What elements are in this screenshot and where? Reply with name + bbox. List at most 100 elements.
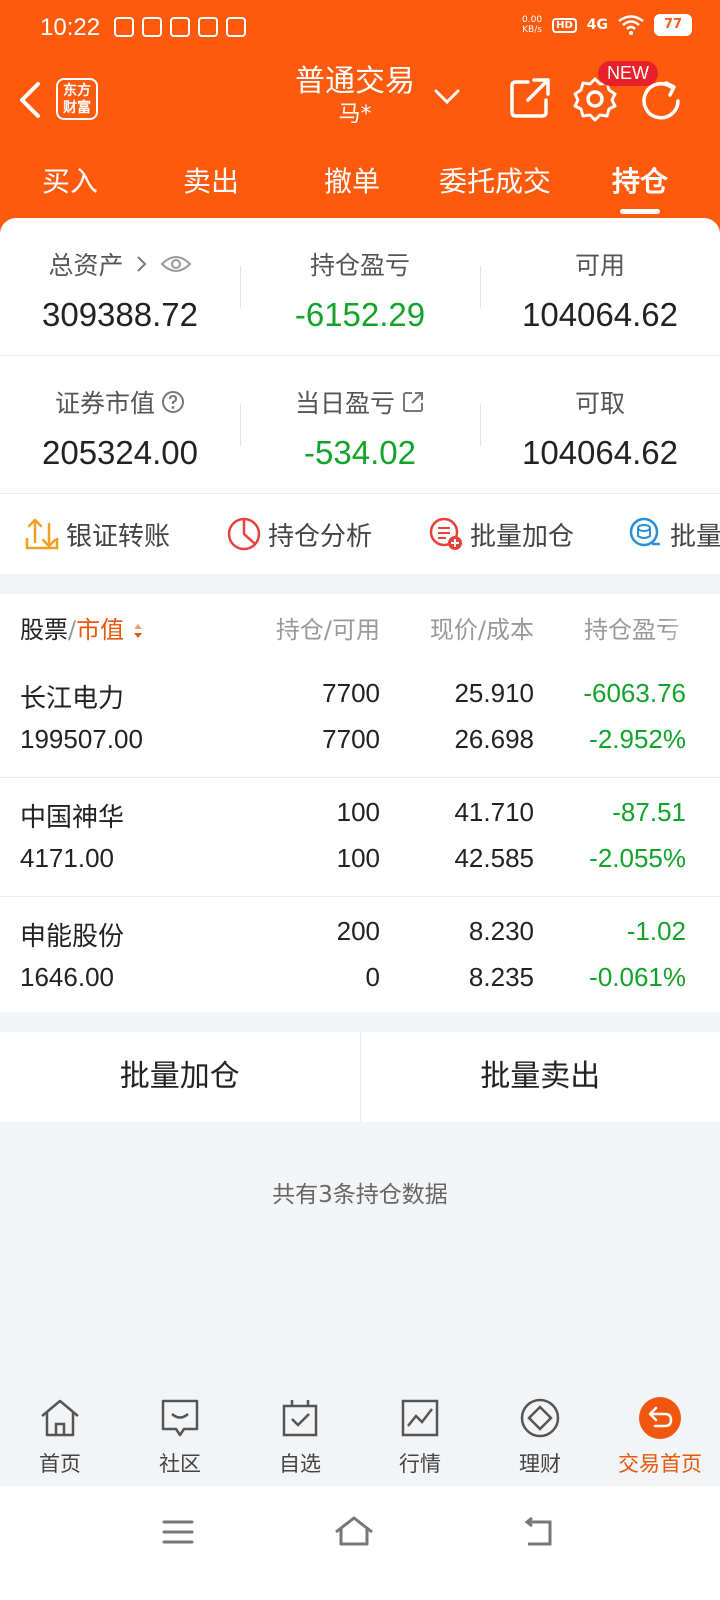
- quick-link-label: 批量: [670, 521, 720, 552]
- stock-qty: 100: [336, 797, 380, 827]
- nav-label: 首页: [39, 1452, 81, 1476]
- position-pl-label: 持仓盈亏: [309, 251, 410, 280]
- pie-chart-icon: [227, 517, 261, 551]
- quick-link-position-analysis[interactable]: 持仓分析: [226, 516, 372, 553]
- column-market-value-sort[interactable]: 市值: [76, 616, 124, 644]
- available-label: 可用: [574, 251, 625, 280]
- nav-label: 交易首页: [618, 1452, 702, 1476]
- table-row[interactable]: 申能股份 1646.00 200 0 8.230 8.235 -1.02 -0.…: [0, 898, 720, 1016]
- external-link-icon[interactable]: [401, 390, 425, 414]
- back-icon[interactable]: [516, 1510, 560, 1554]
- eye-icon[interactable]: [160, 252, 192, 276]
- chat-icon: [161, 1399, 199, 1437]
- quick-link-label: 银证转账: [66, 521, 171, 552]
- notification-app-icon: [114, 17, 134, 37]
- nav-item-trade-home[interactable]: 交易首页: [600, 1386, 720, 1486]
- nav-item-community[interactable]: 社区: [120, 1386, 240, 1486]
- app-header: 10:22 0.00 KB/s HD 4G 77 东方 财富 普通交易 马* N…: [0, 0, 720, 235]
- withdrawable-value: 104064.62: [522, 434, 678, 471]
- column-qty-available: 持仓/可用: [275, 616, 380, 644]
- stock-market-value: 199507.00: [20, 724, 143, 754]
- stock-market-value: 1646.00: [20, 962, 114, 992]
- chevron-right-icon: [136, 256, 146, 272]
- total-assets-label: 总资产: [48, 251, 124, 280]
- network-speed: 0.00 KB/s: [522, 15, 542, 35]
- refresh-icon[interactable]: [638, 78, 686, 124]
- withdrawable-cell: 可取 104064.62: [480, 356, 720, 493]
- stock-market-value: 4171.00: [20, 843, 114, 873]
- wealth-icon: [520, 1398, 560, 1438]
- nav-item-market[interactable]: 行情: [360, 1386, 480, 1486]
- network-speed-unit: KB/s: [522, 25, 542, 35]
- notification-app-icon: [170, 17, 190, 37]
- daily-pl-cell[interactable]: 当日盈亏 -534.02: [240, 356, 480, 493]
- bottom-nav: 首页 社区 自选 行情 理财 交易首页: [0, 1386, 720, 1486]
- stock-cost: 42.585: [454, 843, 534, 873]
- column-stock[interactable]: 股票/市值: [20, 610, 144, 645]
- summary-row: 总资产 309388.72 持仓盈亏 -6152.29 可用 104064.62: [0, 218, 720, 356]
- quick-link-bank-transfer[interactable]: 银证转账: [24, 516, 170, 553]
- positions-count: 共有3条持仓数据: [272, 1182, 448, 1208]
- table-row[interactable]: 中国神华 4171.00 100 100 41.710 42.585 -87.5…: [0, 779, 720, 897]
- tab-orders-trades[interactable]: 委托成交: [422, 150, 568, 220]
- trade-home-icon: [639, 1397, 681, 1439]
- nav-label: 理财: [519, 1452, 561, 1476]
- stock-cost: 8.235: [468, 962, 534, 992]
- table-row[interactable]: 长江电力 199507.00 7700 7700 25.910 26.698 -…: [0, 660, 720, 778]
- tab-buy[interactable]: 买入: [0, 150, 140, 220]
- network-speed-value: 0.00: [522, 15, 543, 25]
- batch-add-icon: [429, 517, 462, 550]
- tab-positions[interactable]: 持仓: [568, 150, 712, 220]
- total-assets-cell[interactable]: 总资产 309388.72: [0, 218, 240, 355]
- stock-price: 25.910: [454, 678, 534, 708]
- stock-available: 7700: [322, 724, 380, 754]
- notification-icons: [114, 17, 246, 37]
- system-navigation-bar: [0, 1486, 720, 1600]
- market-value-value: 205324.00: [42, 434, 198, 471]
- brand-logo-line2: 财富: [63, 101, 91, 116]
- stock-qty: 7700: [322, 678, 380, 708]
- status-indicators: 0.00 KB/s HD 4G 77: [522, 14, 692, 36]
- nav-label: 自选: [279, 1452, 321, 1476]
- account-switcher[interactable]: 普通交易 马*: [270, 62, 440, 128]
- batch-add-button[interactable]: 批量加仓: [0, 1032, 360, 1122]
- menu-icon[interactable]: [156, 1510, 200, 1554]
- stock-name: 中国神华: [20, 802, 125, 832]
- help-icon[interactable]: [161, 390, 185, 414]
- positions-table-header: 股票/市值 持仓/可用 现价/成本 持仓盈亏: [0, 594, 720, 660]
- favorites-icon: [282, 1400, 318, 1437]
- nav-item-wealth[interactable]: 理财: [480, 1386, 600, 1486]
- stock-available: 0: [365, 962, 380, 992]
- market-icon: [401, 1399, 439, 1437]
- notification-app-icon: [198, 17, 218, 37]
- withdrawable-label: 可取: [574, 389, 625, 418]
- stock-pl-pct: -2.055%: [589, 843, 686, 873]
- total-assets-value: 309388.72: [42, 296, 198, 333]
- daily-pl-value: -534.02: [304, 434, 416, 471]
- share-icon[interactable]: [508, 76, 552, 120]
- stock-pl-pct: -0.061%: [589, 962, 686, 992]
- back-arrow-icon[interactable]: [14, 78, 50, 122]
- brand-logo[interactable]: 东方 财富: [56, 78, 98, 120]
- stock-name: 申能股份: [20, 921, 125, 951]
- nav-item-home[interactable]: 首页: [0, 1386, 120, 1486]
- quick-link-batch-add[interactable]: 批量加仓: [428, 516, 574, 553]
- stock-name: 长江电力: [20, 683, 125, 713]
- batch-sell-button[interactable]: 批量卖出: [359, 1032, 720, 1122]
- tab-sell[interactable]: 卖出: [140, 150, 282, 220]
- transfer-icon: [25, 518, 59, 550]
- home-icon: [41, 1399, 79, 1437]
- nav-item-watchlist[interactable]: 自选: [240, 1386, 360, 1486]
- notification-app-icon: [226, 17, 246, 37]
- notification-app-icon: [142, 17, 162, 37]
- quick-links: 银证转账 持仓分析 批量加仓 批量: [0, 494, 720, 574]
- tab-cancel-order[interactable]: 撤单: [282, 150, 422, 220]
- stock-price: 41.710: [454, 797, 534, 827]
- sort-icon[interactable]: [132, 622, 144, 640]
- home-icon[interactable]: [332, 1510, 376, 1554]
- hd-badge: HD: [552, 17, 577, 33]
- quick-link-batch-sell[interactable]: 批量: [628, 516, 720, 553]
- stock-cost: 26.698: [454, 724, 534, 754]
- chevron-down-icon[interactable]: [432, 84, 462, 108]
- column-position-pl: 持仓盈亏: [584, 616, 680, 644]
